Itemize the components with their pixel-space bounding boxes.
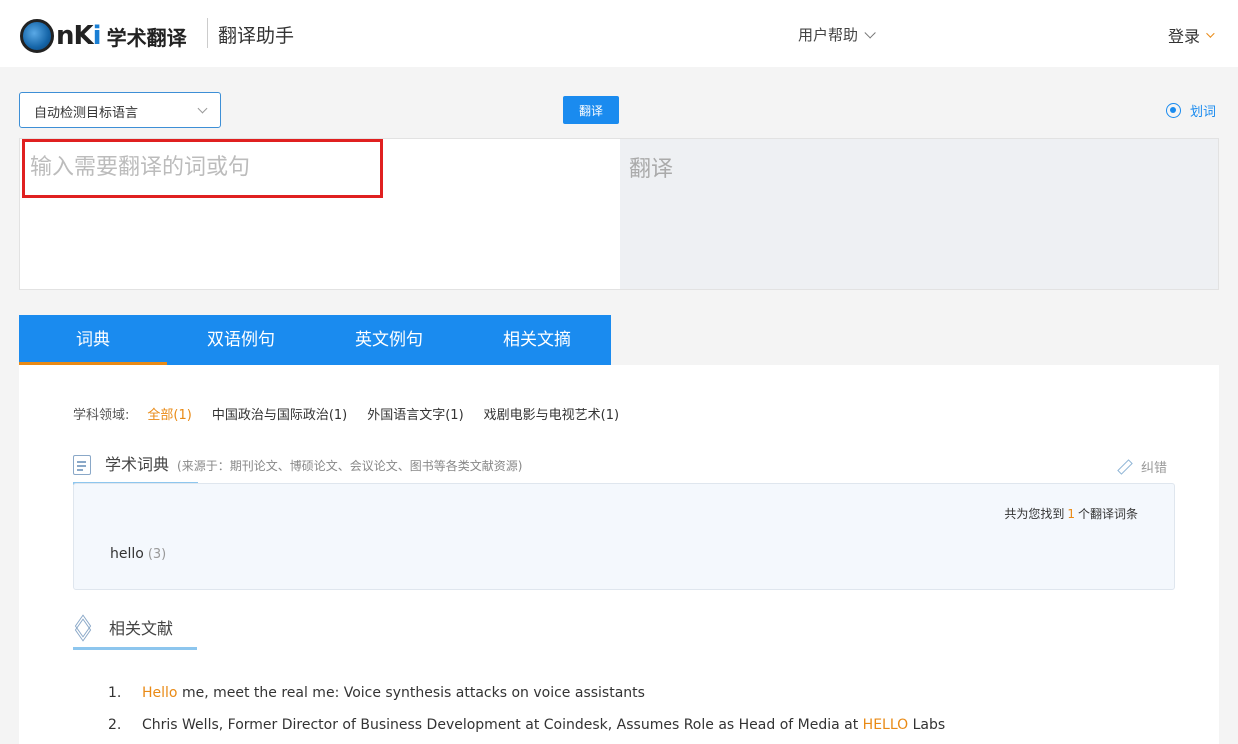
radio-selected-icon: [1166, 103, 1181, 118]
related-literature-header: 相关文献: [73, 614, 174, 642]
app-title: 翻译助手: [218, 25, 295, 47]
dictionary-results-box: 共为您找到 1 个翻译词条 hello (3): [73, 483, 1175, 590]
chevron-down-icon: [864, 26, 876, 39]
related-literature-list: 1. Hello me, meet the real me: Voice syn…: [108, 685, 945, 744]
correct-error-button[interactable]: 纠错: [1117, 457, 1167, 476]
subject-filter-item[interactable]: 中国政治与国际政治(1): [212, 404, 347, 423]
translate-button[interactable]: 翻译: [563, 96, 619, 124]
word-select-label: 划词: [1190, 105, 1217, 120]
list-item-index: 1.: [108, 685, 122, 701]
word-select-toggle[interactable]: 划词: [1166, 101, 1216, 120]
related-literature-title: 相关文献: [109, 619, 174, 638]
subject-filter-item[interactable]: 戏剧电影与电视艺术(1): [484, 404, 619, 423]
subject-filters: 学科领域: 全部(1) 中国政治与国际政治(1) 外国语言文字(1) 戏剧电影与…: [73, 404, 639, 423]
header-divider: [207, 18, 208, 48]
translation-boxes: 翻译: [19, 138, 1219, 290]
layers-icon: [73, 614, 95, 642]
pencil-icon: [1117, 460, 1131, 474]
translation-output: 翻译: [620, 139, 1218, 289]
results-count-number: 1: [1067, 507, 1075, 521]
user-help-menu[interactable]: 用户帮助: [798, 24, 876, 45]
list-item[interactable]: 1. Hello me, meet the real me: Voice syn…: [108, 685, 945, 717]
source-text-input[interactable]: [20, 139, 620, 289]
keyword-highlight: Hello: [142, 685, 178, 701]
target-language-value: 自动检测目标语言: [34, 106, 139, 121]
chevron-down-icon: [197, 103, 208, 114]
dictionary-entry[interactable]: hello (3): [110, 546, 166, 562]
user-help-label: 用户帮助: [798, 26, 859, 44]
chevron-down-icon: [1206, 29, 1215, 38]
entry-count: (3): [147, 547, 167, 562]
keyword-highlight: HELLO: [862, 717, 909, 733]
tab-related-abstracts[interactable]: 相关文摘: [463, 315, 611, 365]
correct-error-label: 纠错: [1141, 461, 1168, 476]
entry-word: hello: [110, 546, 144, 562]
subject-filter-item[interactable]: 外国语言文字(1): [367, 404, 463, 423]
subject-filter-label: 学科领域:: [73, 408, 130, 423]
list-item-text: Chris Wells, Former Director of Business…: [142, 717, 863, 733]
results-count-prefix: 共为您找到: [1004, 507, 1065, 521]
results-count-suffix: 个翻译词条: [1077, 507, 1138, 521]
list-item-index: 2.: [108, 717, 122, 733]
section-underline: [73, 647, 197, 650]
list-item-text: Labs: [908, 717, 946, 733]
list-item[interactable]: 2. Chris Wells, Former Director of Busin…: [108, 717, 945, 744]
academic-dictionary-title: 学术词典: [105, 455, 170, 474]
logo-cnki-text: nKi: [56, 21, 102, 51]
tab-english-examples[interactable]: 英文例句: [315, 315, 463, 365]
list-item-text: me, meet the real me: Voice synthesis at…: [177, 685, 645, 701]
result-tabs: 词典 双语例句 英文例句 相关文摘: [19, 315, 611, 365]
top-header: nKi 学术翻译 翻译助手 用户帮助 登录: [0, 0, 1238, 67]
cnki-logo[interactable]: nKi 学术翻译: [20, 16, 200, 56]
document-icon: [73, 455, 91, 475]
subject-filter-all[interactable]: 全部(1): [147, 404, 191, 423]
login-label: 登录: [1168, 27, 1201, 46]
results-count: 共为您找到 1 个翻译词条: [1004, 505, 1138, 522]
logo-product-name: 学术翻译: [106, 25, 187, 50]
tab-bilingual-examples[interactable]: 双语例句: [167, 315, 315, 365]
login-menu[interactable]: 登录: [1168, 23, 1215, 47]
academic-dictionary-source: (来源于：期刊论文、博硕论文、会议论文、图书等各类文献资源): [177, 459, 523, 473]
dictionary-panel: 学科领域: 全部(1) 中国政治与国际政治(1) 外国语言文字(1) 戏剧电影与…: [19, 365, 1219, 744]
academic-dictionary-header: 学术词典 (来源于：期刊论文、博硕论文、会议论文、图书等各类文献资源): [73, 451, 522, 475]
globe-icon: [20, 19, 54, 53]
target-language-select[interactable]: 自动检测目标语言: [19, 92, 221, 128]
tab-dictionary[interactable]: 词典: [19, 315, 167, 365]
